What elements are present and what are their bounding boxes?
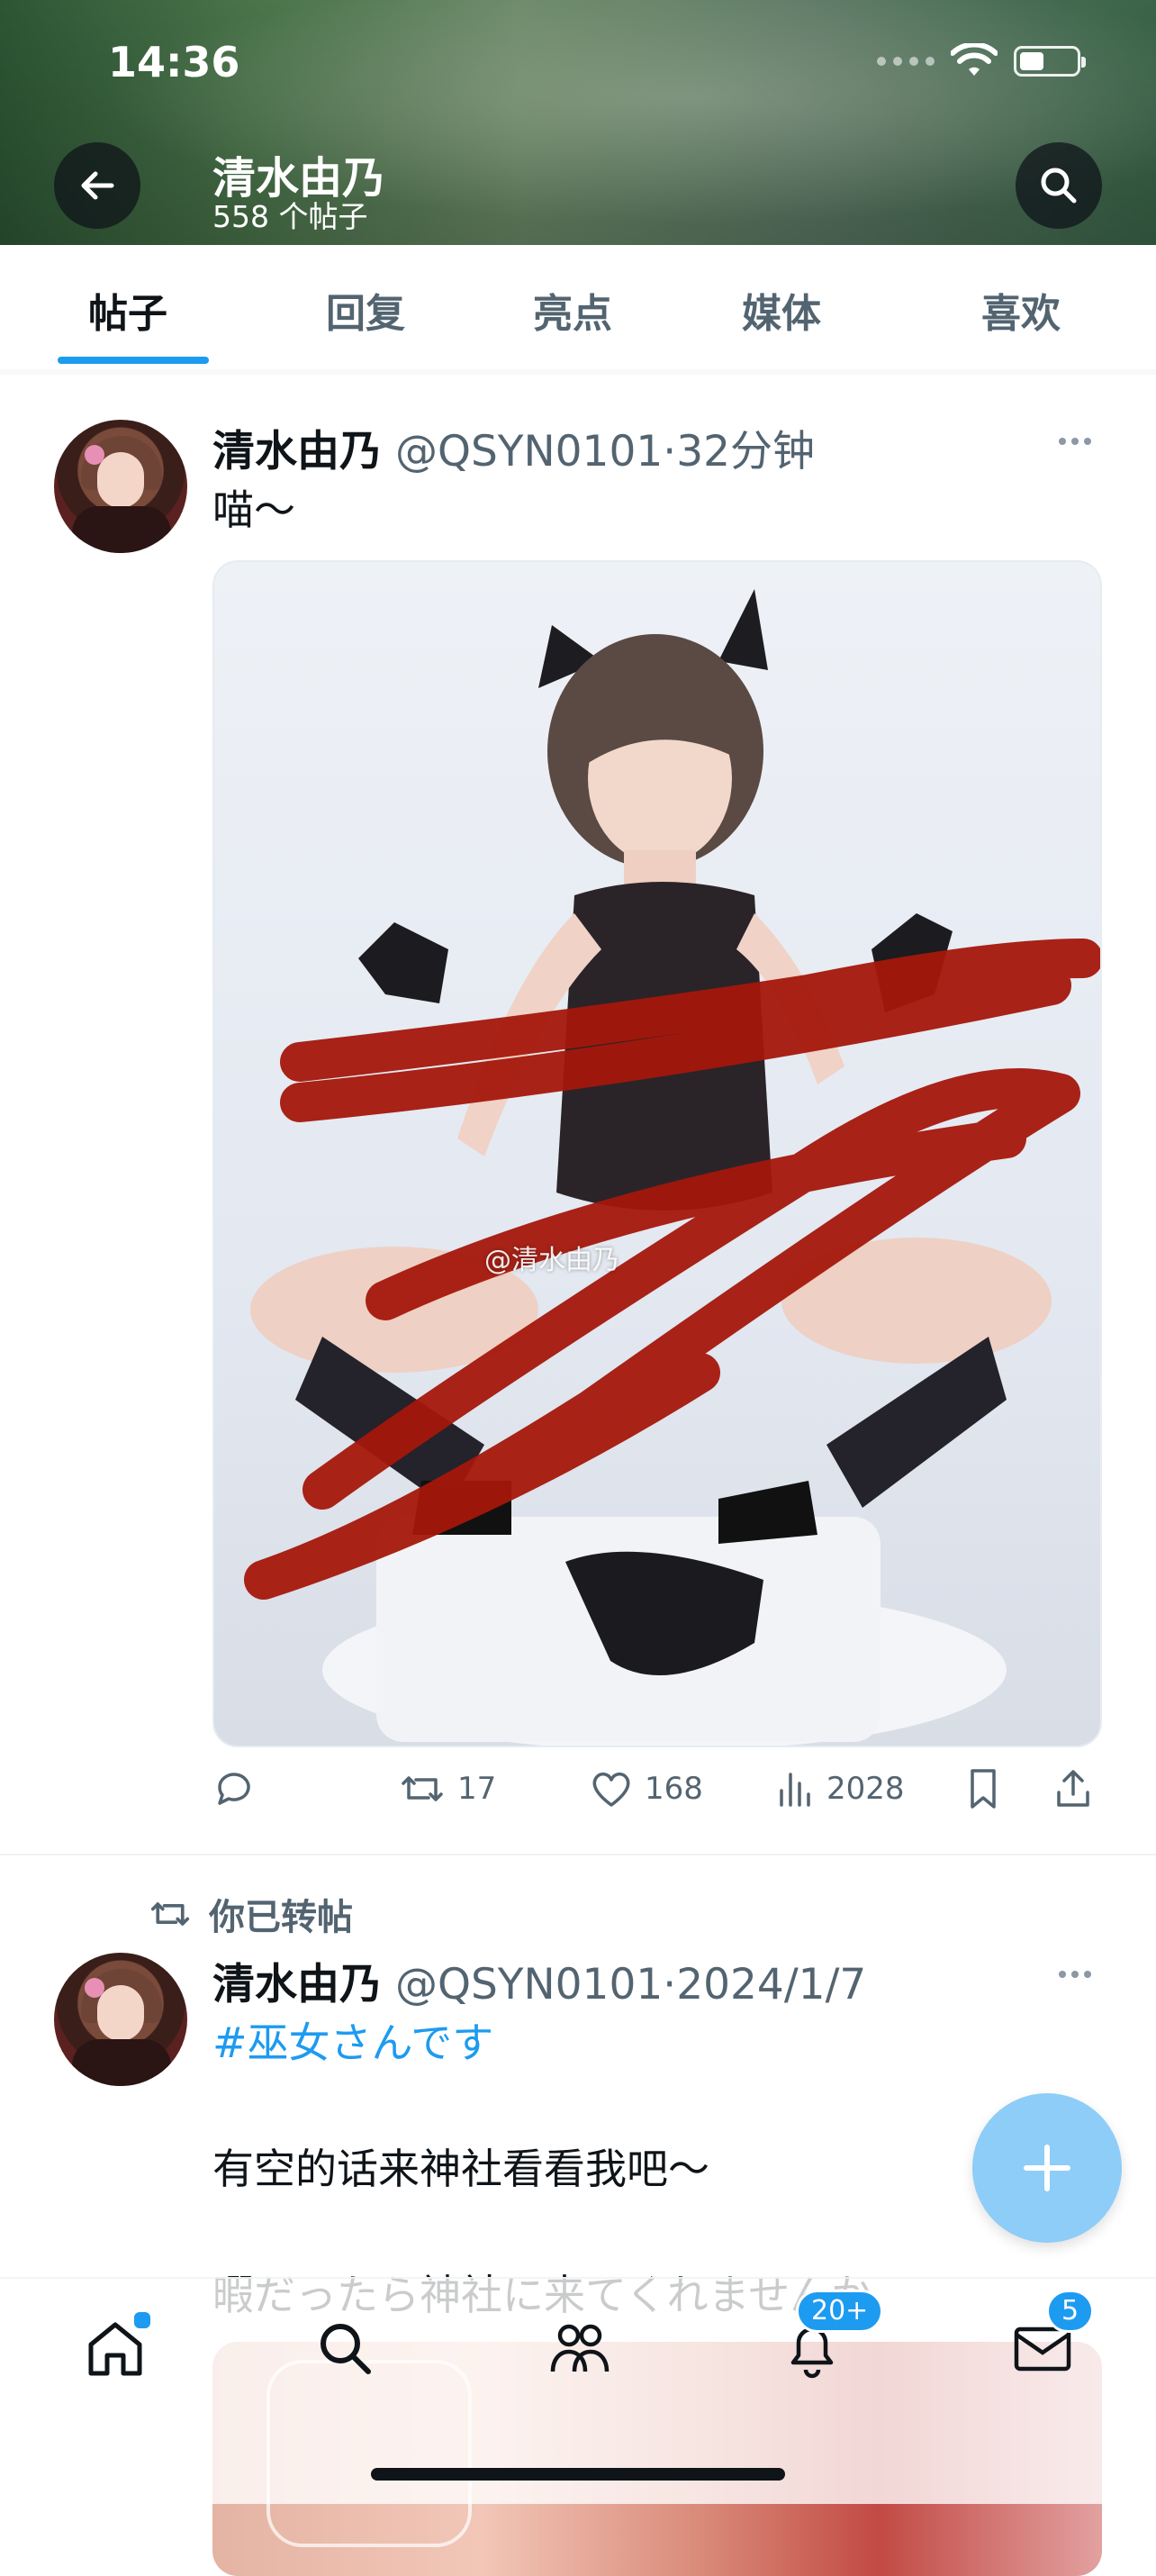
like-count: 168 [645,1771,703,1807]
nav-notifications[interactable]: 20+ [776,2290,884,2385]
status-time: 14:36 [108,38,240,86]
like-button[interactable]: 168 [589,1767,703,1810]
post-media-image[interactable]: @清水由乃 [212,560,1102,1747]
search-icon [321,2324,371,2374]
author-name[interactable]: 清水由乃 [212,1960,382,2009]
tab-highlights[interactable]: 亮点 [533,281,612,339]
post-text-line-1: 有空的话来神社看看我吧～ [212,2145,709,2193]
search-button[interactable] [1016,142,1102,229]
messages-badge: 5 [1046,2290,1095,2333]
nav-messages[interactable]: 5 [1007,2290,1095,2385]
battery-icon [1014,46,1086,77]
more-icon[interactable] [1059,438,1091,445]
meta-separator: · [663,427,677,476]
post-time: 2024/1/7 [676,1960,867,2009]
repost-note-text: 你已转帖 [209,1897,353,1938]
views-icon [780,1773,810,1807]
post-actions: 17 168 2028 [212,1767,1113,1821]
compose-button[interactable] [972,2093,1122,2243]
repost-icon [150,1902,190,1926]
post-divider [0,1854,1156,1855]
nav-search[interactable] [310,2313,382,2385]
media-watermark: @清水由乃 [484,1245,619,1276]
wifi-icon [951,43,998,76]
people-icon [550,2324,610,2372]
signal-icon [877,57,935,66]
more-icon[interactable] [1059,1971,1091,1978]
meta-separator: · [663,1960,677,2009]
tab-replies[interactable]: 回复 [326,281,405,339]
author-name[interactable]: 清水由乃 [212,427,382,476]
photo-figure [244,589,1100,1746]
avatar[interactable] [54,1953,187,2086]
post-header: 清水由乃 @QSYN0101·32分钟 [212,416,815,478]
hashtag-link[interactable]: #巫女さんです [212,2010,493,2070]
reply-button[interactable] [212,1767,266,1810]
views-button[interactable]: 2028 [776,1767,905,1810]
like-icon [592,1772,630,1807]
profile-tabs: 帖子 回复 亮点 媒体 喜欢 [0,245,1156,371]
post-header: 清水由乃 @QSYN0101·2024/1/7 [212,1949,866,2011]
post-text: 喵～ [212,485,295,534]
back-arrow-icon [81,171,114,200]
tab-indicator [58,357,209,364]
notifications-badge: 20+ [796,2290,884,2333]
repost-note: 你已转帖 [148,1888,353,1940]
nav-home[interactable] [79,2309,153,2385]
repost-count: 17 [457,1771,497,1807]
home-dot-badge [131,2309,153,2331]
plus-icon [1024,2145,1070,2191]
status-icons [877,43,1086,79]
views-count: 2028 [826,1771,905,1807]
header-post-count: 558 个帖子 [212,199,368,234]
avatar[interactable] [54,420,187,553]
reply-icon [218,1773,250,1805]
share-button[interactable] [1053,1767,1093,1810]
tab-posts[interactable]: 帖子 [88,281,167,339]
back-button[interactable] [54,142,140,229]
divider [0,369,1156,375]
repost-button[interactable]: 17 [398,1767,496,1810]
repost-icon [402,1776,443,1801]
tab-likes[interactable]: 喜欢 [981,281,1061,339]
nav-communities[interactable] [544,2313,616,2385]
home-indicator[interactable] [371,2468,785,2481]
bookmark-icon [971,1769,996,1809]
search-icon [1041,168,1077,204]
author-handle[interactable]: @QSYN0101 [395,1960,663,2009]
author-handle[interactable]: @QSYN0101 [395,427,663,476]
tab-media[interactable]: 媒体 [742,281,821,339]
post-time: 32分钟 [676,427,816,476]
profile-header: 14:36 清水由乃 558 个帖子 [0,0,1156,245]
bookmark-button[interactable] [965,1767,1001,1810]
share-icon [1057,1770,1089,1807]
